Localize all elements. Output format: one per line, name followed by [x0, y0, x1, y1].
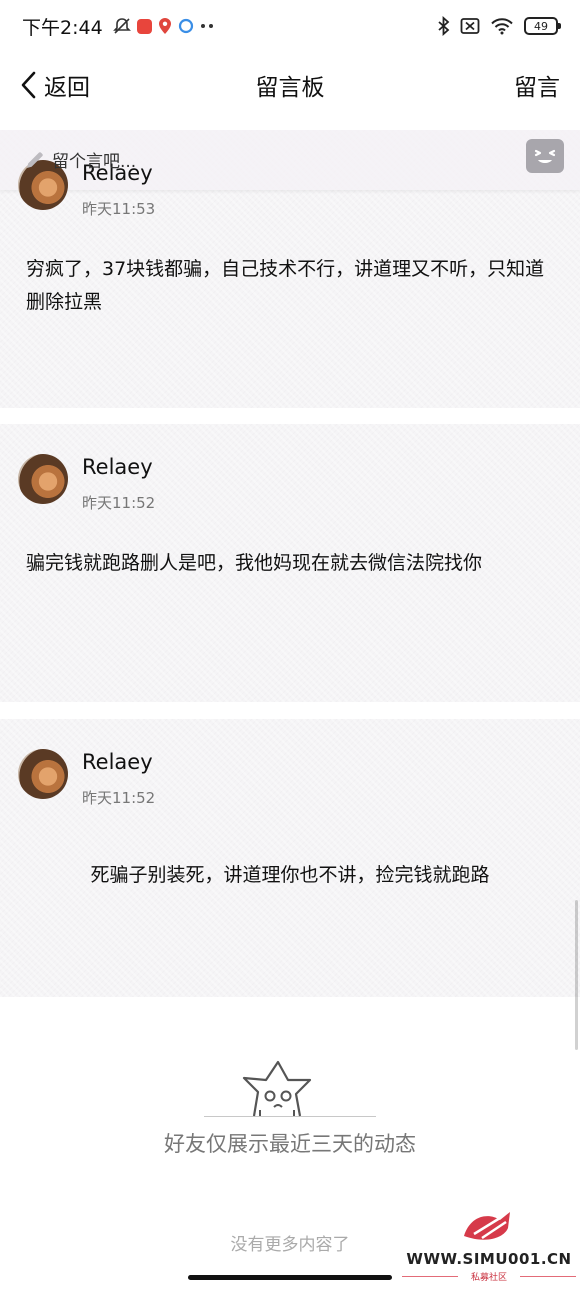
- watermark-logo: WWW.SIMU001.CN 私募社区: [402, 1206, 576, 1286]
- more-dots-icon: [200, 24, 213, 28]
- red-app-icon: [136, 18, 152, 34]
- no-sim-icon: [460, 18, 480, 34]
- message-time: 昨天11:52: [82, 789, 156, 807]
- message-text: 穷疯了，37块钱都骗，自己技术不行，讲道理又不听，只知道删除拉黑: [26, 258, 545, 313]
- crying-star-mascot-icon: [242, 1060, 312, 1117]
- back-button[interactable]: 返回: [20, 68, 90, 102]
- watermark-emblem-icon: [464, 1212, 510, 1240]
- emoji-button[interactable]: [526, 139, 564, 173]
- message-author[interactable]: Relaey: [82, 455, 153, 479]
- map-pin-icon: [158, 18, 171, 34]
- message-author[interactable]: Relaey: [82, 750, 153, 774]
- watermark-domain: WWW.SIMU001.CN: [406, 1250, 572, 1268]
- bluetooth-icon: [438, 16, 450, 36]
- message-time: 昨天11:52: [82, 494, 156, 512]
- scrollbar[interactable]: [575, 900, 578, 1050]
- message-text: 死骗子别装死，讲道理你也不讲，捡完钱就跑路: [90, 864, 490, 886]
- wifi-icon: [491, 18, 513, 35]
- friends-visibility-note: 好友仅展示最近三天的动态: [164, 1132, 416, 1156]
- pencil-icon: [27, 151, 43, 168]
- leave-message-button[interactable]: 留言: [514, 68, 560, 102]
- blue-app-icon: [178, 18, 193, 34]
- compose-placeholder: 留个言吧...: [52, 152, 137, 172]
- home-indicator[interactable]: [188, 1275, 392, 1280]
- mute-bell-icon: [112, 18, 131, 34]
- chevron-left-icon: [21, 71, 36, 99]
- message-time: 昨天11:53: [82, 200, 156, 218]
- status-time: 下午2:44: [22, 16, 103, 39]
- battery-indicator: 49: [524, 17, 561, 35]
- status-bar: 下午2:44 49: [0, 0, 580, 52]
- avatar[interactable]: [18, 749, 68, 799]
- status-right: 49: [438, 16, 561, 36]
- avatar[interactable]: [18, 454, 68, 504]
- nav-bar: 返回 留言板 留言: [0, 52, 580, 118]
- smile-emoji-icon: [534, 149, 556, 163]
- watermark-line: [520, 1276, 576, 1277]
- back-label: 返回: [44, 75, 90, 101]
- notification-icons: [112, 17, 216, 35]
- message-text: 骗完钱就跑路删人是吧，我他妈现在就去微信法院找你: [26, 552, 483, 574]
- compose-input[interactable]: 留个言吧...: [24, 147, 136, 172]
